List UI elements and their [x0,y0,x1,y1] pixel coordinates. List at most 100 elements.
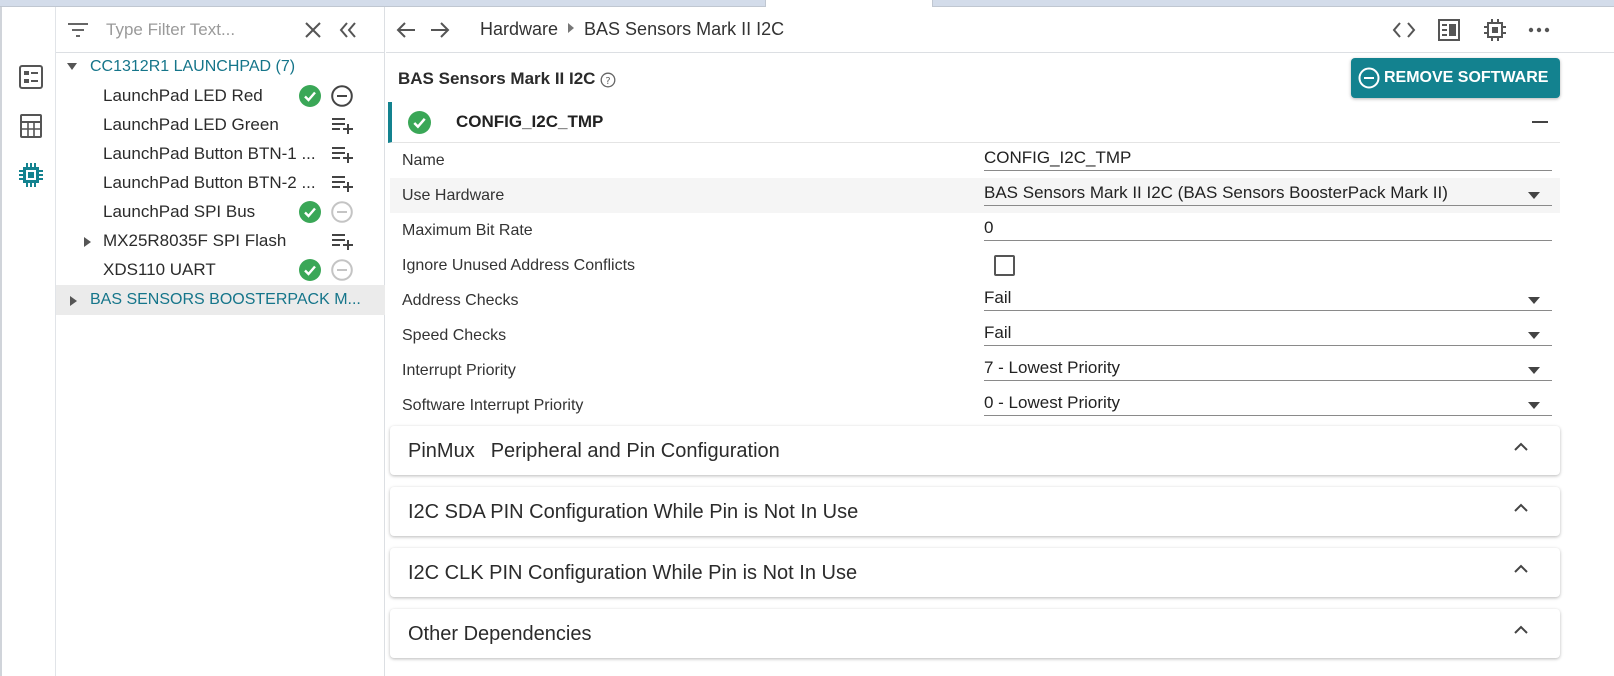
section-title: I2C SDA PIN Configuration While Pin is N… [408,501,859,523]
tree-group-label: BAS SENSORS BOOSTERPACK M... [90,291,361,308]
remove-circle-icon[interactable] [331,85,353,107]
check-circle-icon [408,111,431,134]
back-arrow-icon[interactable] [394,18,418,42]
active-editor-tab[interactable] [765,0,933,7]
dropdown-caret-icon [1528,297,1540,304]
property-label: Name [402,152,445,169]
main-panel: Hardware BAS Sensors Mark II I2C BAS Sen… [386,7,1614,676]
page-title: BAS Sensors Mark II I2C [398,69,596,88]
name-field[interactable]: CONFIG_I2C_TMP [984,147,1552,171]
tree-group-bas-sensors[interactable]: BAS SENSORS BOOSTERPACK M... [56,285,385,315]
chevron-up-icon[interactable] [1512,623,1530,635]
hardware-tree-panel: CC1312R1 LAUNCHPAD (7) LaunchPad LED Red… [56,7,385,676]
breadcrumb-hardware[interactable]: Hardware [480,19,558,39]
use-hardware-select[interactable]: BAS Sensors Mark II I2C (BAS Sensors Boo… [984,182,1552,206]
speed-checks-value: Fail [984,323,1012,342]
tree-item-label: LaunchPad SPI Bus [103,202,256,221]
tree-group-launchpad[interactable]: CC1312R1 LAUNCHPAD (7) [56,52,385,82]
section-sda-pin-config[interactable]: I2C SDA PIN Configuration While Pin is N… [390,487,1560,536]
remove-circle-icon [1358,67,1380,89]
use-hardware-value: BAS Sensors Mark II I2C (BAS Sensors Boo… [984,183,1448,202]
tree-item-uart[interactable]: XDS110 UART [56,255,385,285]
property-label: Use Hardware [402,187,505,204]
collapse-minus-icon[interactable] [1532,121,1548,123]
board-view-icon[interactable] [1437,18,1461,42]
property-label: Interrupt Priority [402,362,516,379]
swi-priority-select[interactable]: 0 - Lowest Priority [984,392,1552,416]
tree-item-spi-bus[interactable]: LaunchPad SPI Bus [56,197,385,227]
filter-input[interactable] [106,18,306,42]
add-to-list-icon[interactable] [331,114,353,136]
tree-item-spi-flash[interactable]: MX25R8035F SPI Flash [56,226,385,256]
chevron-up-icon[interactable] [1512,440,1530,452]
ignore-unused-checkbox[interactable] [994,255,1015,276]
more-options-icon[interactable] [1527,18,1551,42]
address-checks-select[interactable]: Fail [984,287,1552,311]
section-title: PinMux Peripheral and Pin Configuration [408,440,780,463]
collapsed-arrow-icon[interactable] [70,296,77,306]
section-other-dependencies[interactable]: Other Dependencies [390,609,1560,658]
expanded-arrow-icon[interactable] [67,63,77,70]
chevron-up-icon[interactable] [1512,501,1530,513]
remove-software-label: REMOVE SOFTWARE [1384,69,1549,86]
section-title-main: PinMux [408,440,475,462]
remove-circle-disabled-icon [331,259,353,281]
property-speed-checks: Speed Checks Fail [390,318,1560,353]
dropdown-caret-icon [1528,367,1540,374]
add-to-list-icon[interactable] [331,143,353,165]
property-label: Ignore Unused Address Conflicts [402,257,636,274]
check-circle-icon [299,85,321,107]
address-checks-value: Fail [984,288,1012,307]
remove-circle-disabled-icon [331,201,353,223]
chevron-up-icon[interactable] [1512,562,1530,574]
filter-icon[interactable] [68,21,88,39]
tree-item-label: LaunchPad Button BTN-1 ... [103,144,316,163]
max-bit-rate-value: 0 [984,218,994,237]
swi-priority-value: 0 - Lowest Priority [984,393,1121,412]
hardware-view-icon[interactable] [17,161,45,189]
code-view-icon[interactable] [1392,18,1416,42]
tree-item-label: XDS110 UART [103,260,216,279]
sysconfig-window: CC1312R1 LAUNCHPAD (7) LaunchPad LED Red… [0,0,1614,676]
help-icon[interactable]: ? [600,72,616,88]
add-to-list-icon[interactable] [331,230,353,252]
property-name: Name CONFIG_I2C_TMP [390,143,1560,178]
dropdown-caret-icon [1528,402,1540,409]
config-instance-name: CONFIG_I2C_TMP [456,112,604,131]
remove-software-button[interactable]: REMOVE SOFTWARE [1351,58,1560,98]
property-label: Address Checks [402,292,519,309]
property-interrupt-priority: Interrupt Priority 7 - Lowest Priority [390,353,1560,388]
collapse-panel-icon[interactable] [339,22,357,38]
filter-bar [56,7,385,53]
property-address-checks: Address Checks Fail [390,283,1560,318]
max-bit-rate-field[interactable]: 0 [984,217,1552,241]
add-to-list-icon[interactable] [331,172,353,194]
tree-item-label: LaunchPad LED Red [103,86,263,105]
collapsed-arrow-icon[interactable] [84,237,91,247]
interrupt-priority-select[interactable]: 7 - Lowest Priority [984,357,1552,381]
speed-checks-select[interactable]: Fail [984,322,1552,346]
tree-item-led-green[interactable]: LaunchPad LED Green [56,110,385,140]
tree-item-led-red[interactable]: LaunchPad LED Red [56,81,385,111]
tree-item-label: MX25R8035F SPI Flash [103,231,287,250]
property-use-hardware: Use Hardware BAS Sensors Mark II I2C (BA… [390,178,1560,213]
forward-arrow-icon[interactable] [428,18,452,42]
property-label: Maximum Bit Rate [402,222,533,239]
property-label: Software Interrupt Priority [402,397,584,414]
property-ignore-unused: Ignore Unused Address Conflicts [390,248,1560,283]
tree-item-button-btn1[interactable]: LaunchPad Button BTN-1 ... [56,139,385,169]
section-clk-pin-config[interactable]: I2C CLK PIN Configuration While Pin is N… [390,548,1560,597]
tree-item-label: LaunchPad Button BTN-2 ... [103,173,316,192]
clear-filter-icon[interactable] [305,22,321,38]
config-instance-header[interactable]: CONFIG_I2C_TMP [388,102,1560,143]
tree-item-button-btn2[interactable]: LaunchPad Button BTN-2 ... [56,168,385,198]
tree-group-label: CC1312R1 LAUNCHPAD (7) [90,58,296,75]
software-view-icon[interactable] [17,63,45,91]
breadcrumb-current: BAS Sensors Mark II I2C [584,19,785,39]
dropdown-caret-icon [1528,332,1540,339]
tree-item-label: LaunchPad LED Green [103,115,279,134]
top-toolbar: Hardware BAS Sensors Mark II I2C [386,7,1614,53]
device-view-icon[interactable] [1483,18,1507,42]
calculator-view-icon[interactable] [17,112,45,140]
section-pinmux[interactable]: PinMux Peripheral and Pin Configuration [390,426,1560,475]
